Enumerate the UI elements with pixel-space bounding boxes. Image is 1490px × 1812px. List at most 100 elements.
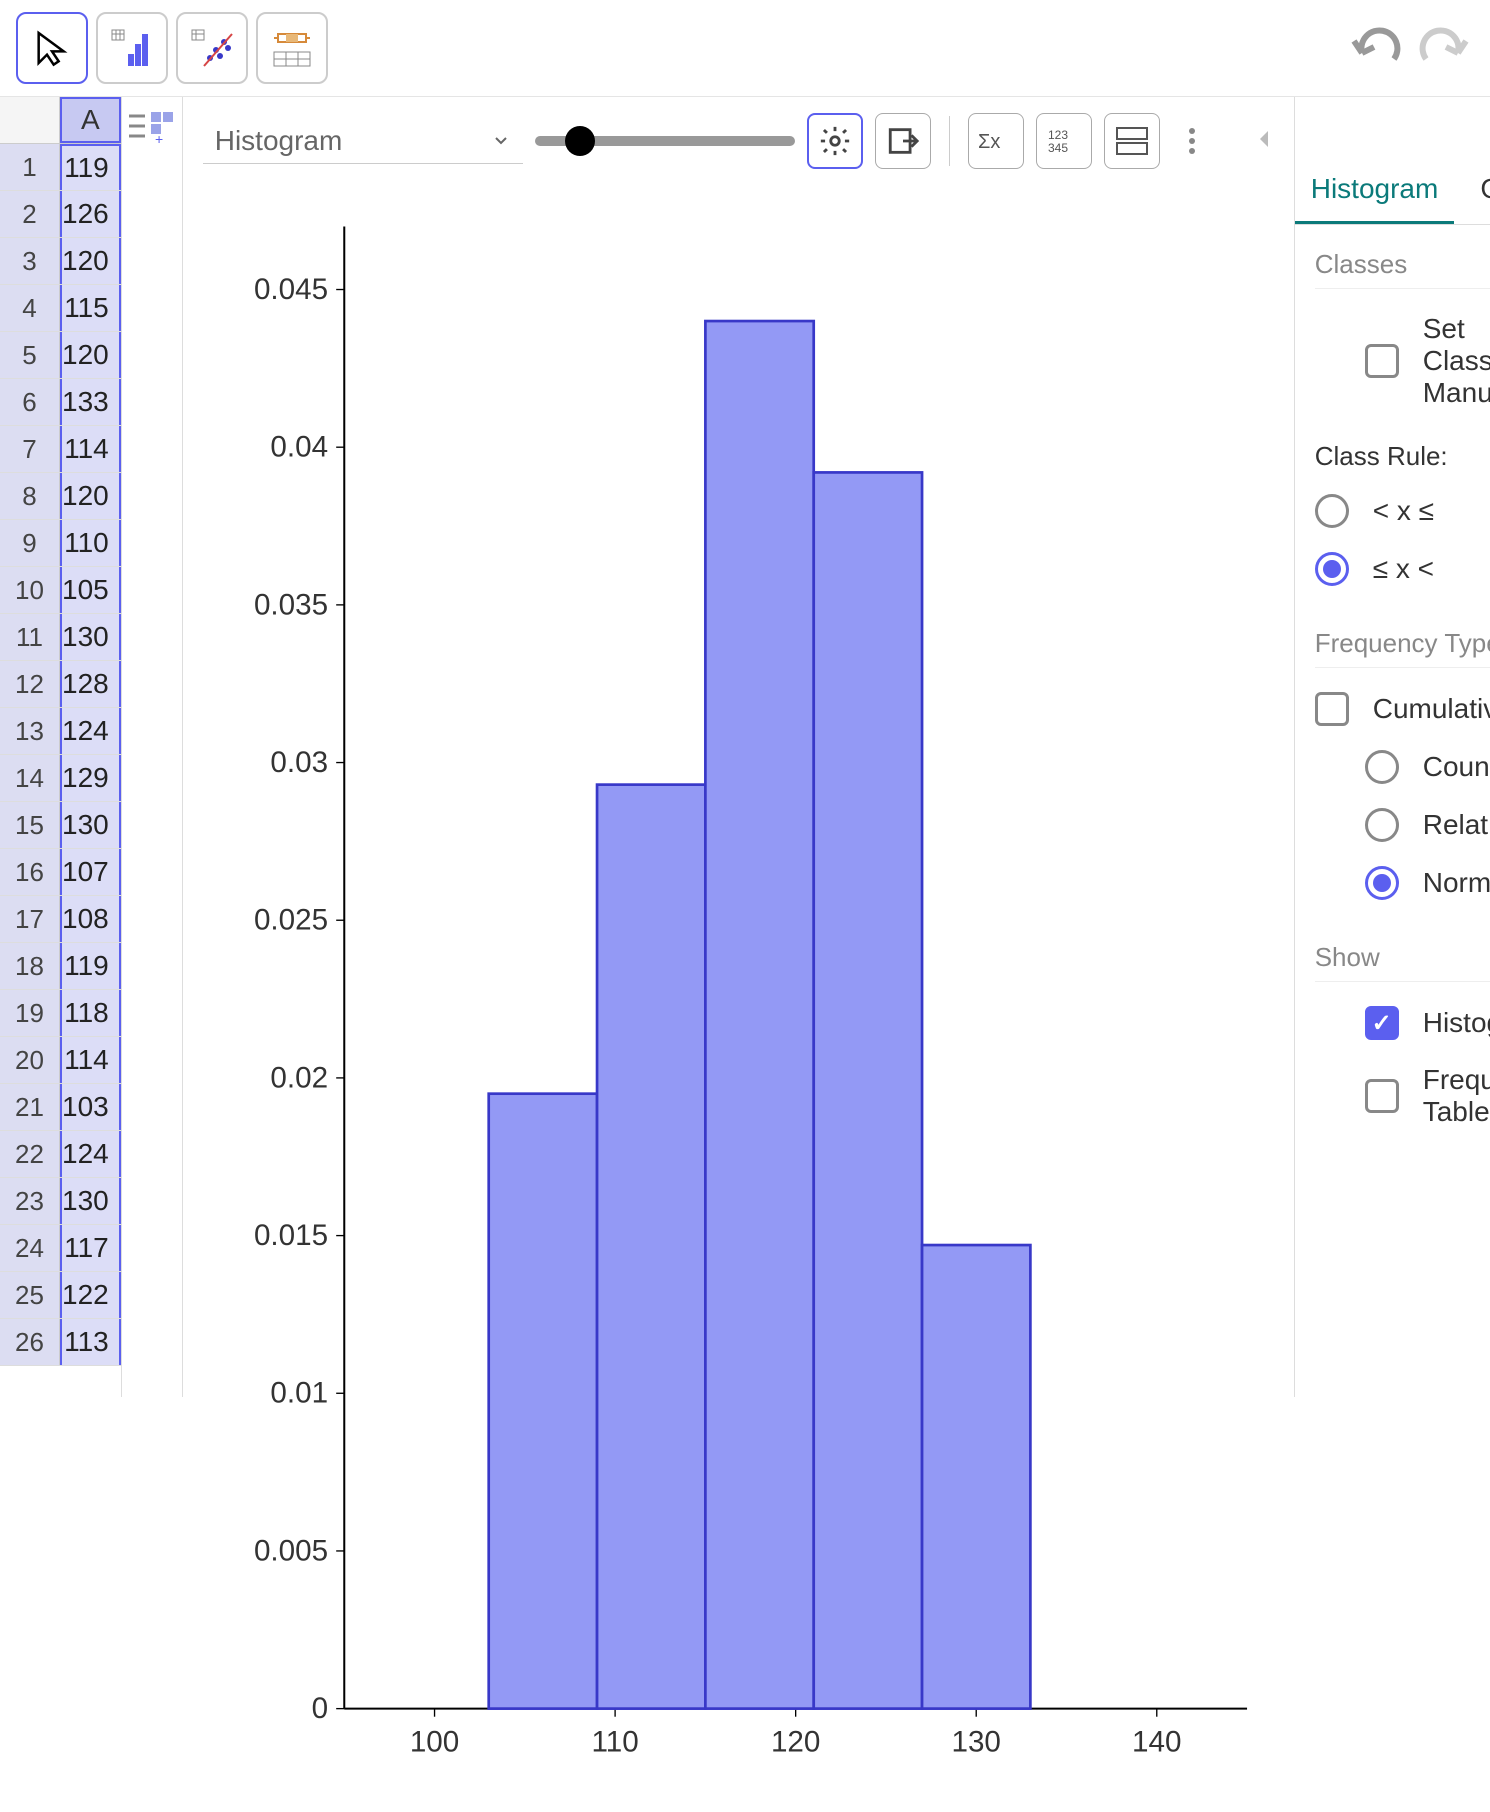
- show-data-button[interactable]: 123345: [1036, 113, 1092, 169]
- cell[interactable]: 122: [60, 1272, 121, 1318]
- table-row[interactable]: 12128: [0, 661, 121, 708]
- show-freq-table-checkbox[interactable]: [1365, 1079, 1399, 1113]
- table-row[interactable]: 15130: [0, 802, 121, 849]
- cell[interactable]: 115: [60, 285, 121, 331]
- row-header[interactable]: 19: [0, 990, 60, 1036]
- cell[interactable]: 129: [60, 755, 121, 801]
- row-header[interactable]: 21: [0, 1084, 60, 1130]
- cell[interactable]: 130: [60, 802, 121, 848]
- row-header[interactable]: 22: [0, 1131, 60, 1177]
- undo-button[interactable]: [1346, 21, 1406, 76]
- table-row[interactable]: 2126: [0, 191, 121, 238]
- cell[interactable]: 120: [60, 238, 121, 284]
- row-header[interactable]: 11: [0, 614, 60, 660]
- row-header[interactable]: 7: [0, 426, 60, 472]
- cell[interactable]: 117: [60, 1225, 121, 1271]
- table-row[interactable]: 1119: [0, 144, 121, 191]
- row-header[interactable]: 25: [0, 1272, 60, 1318]
- cell[interactable]: 114: [60, 1037, 121, 1083]
- row-header[interactable]: 20: [0, 1037, 60, 1083]
- table-row[interactable]: 10105: [0, 567, 121, 614]
- export-button[interactable]: [875, 113, 931, 169]
- table-row[interactable]: 26113: [0, 1319, 121, 1366]
- cell[interactable]: 126: [60, 191, 121, 237]
- show-histogram-checkbox[interactable]: [1365, 1006, 1399, 1040]
- cell[interactable]: 124: [60, 1131, 121, 1177]
- row-header[interactable]: 2: [0, 191, 60, 237]
- cumulative-checkbox[interactable]: [1315, 692, 1349, 726]
- more-menu[interactable]: [1172, 128, 1212, 154]
- row-header[interactable]: 24: [0, 1225, 60, 1271]
- tab-graph[interactable]: Graph: [1454, 157, 1490, 224]
- row-header[interactable]: 13: [0, 708, 60, 754]
- cell[interactable]: 133: [60, 379, 121, 425]
- table-row[interactable]: 13124: [0, 708, 121, 755]
- row-header[interactable]: 26: [0, 1319, 60, 1365]
- table-row[interactable]: 19118: [0, 990, 121, 1037]
- sheet-corner[interactable]: [0, 97, 60, 143]
- table-row[interactable]: 8120: [0, 473, 121, 520]
- show-statistics-button[interactable]: Σx: [968, 113, 1024, 169]
- table-row[interactable]: 25122: [0, 1272, 121, 1319]
- cell[interactable]: 119: [60, 144, 121, 190]
- row-header[interactable]: 23: [0, 1178, 60, 1224]
- cell[interactable]: 128: [60, 661, 121, 707]
- row-header[interactable]: 10: [0, 567, 60, 613]
- row-header[interactable]: 9: [0, 520, 60, 566]
- table-row[interactable]: 16107: [0, 849, 121, 896]
- cell[interactable]: 118: [60, 990, 121, 1036]
- table-row[interactable]: 7114: [0, 426, 121, 473]
- cell[interactable]: 107: [60, 849, 121, 895]
- normalized-radio[interactable]: [1365, 866, 1399, 900]
- row-header[interactable]: 1: [0, 144, 60, 190]
- cell[interactable]: 105: [60, 567, 121, 613]
- relative-radio[interactable]: [1365, 808, 1399, 842]
- row-header[interactable]: 6: [0, 379, 60, 425]
- table-row[interactable]: 5120: [0, 332, 121, 379]
- column-header-a[interactable]: A: [60, 97, 121, 143]
- cell[interactable]: 113: [60, 1319, 121, 1365]
- two-variable-analysis-tool[interactable]: [176, 12, 248, 84]
- cell[interactable]: 110: [60, 520, 121, 566]
- table-row[interactable]: 21103: [0, 1084, 121, 1131]
- cell[interactable]: 103: [60, 1084, 121, 1130]
- row-header[interactable]: 3: [0, 238, 60, 284]
- table-row[interactable]: 4115: [0, 285, 121, 332]
- row-header[interactable]: 16: [0, 849, 60, 895]
- cell[interactable]: 114: [60, 426, 121, 472]
- chart-type-dropdown[interactable]: Histogram: [203, 119, 523, 164]
- move-tool[interactable]: [16, 12, 88, 84]
- row-header[interactable]: 17: [0, 896, 60, 942]
- table-row[interactable]: 18119: [0, 943, 121, 990]
- count-radio[interactable]: [1365, 750, 1399, 784]
- table-row[interactable]: 9110: [0, 520, 121, 567]
- tab-histogram[interactable]: Histogram: [1295, 157, 1455, 224]
- class-width-slider[interactable]: [535, 121, 795, 161]
- options-button[interactable]: [807, 113, 863, 169]
- row-header[interactable]: 15: [0, 802, 60, 848]
- class-rule-2-radio[interactable]: [1315, 552, 1349, 586]
- table-row[interactable]: 6133: [0, 379, 121, 426]
- row-header[interactable]: 18: [0, 943, 60, 989]
- cell[interactable]: 130: [60, 614, 121, 660]
- show-second-plot-button[interactable]: [1104, 113, 1160, 169]
- table-row[interactable]: 3120: [0, 238, 121, 285]
- cell[interactable]: 130: [60, 1178, 121, 1224]
- class-rule-1-radio[interactable]: [1315, 494, 1349, 528]
- row-header[interactable]: 8: [0, 473, 60, 519]
- cell[interactable]: 124: [60, 708, 121, 754]
- table-row[interactable]: 23130: [0, 1178, 121, 1225]
- row-header[interactable]: 12: [0, 661, 60, 707]
- cell[interactable]: 120: [60, 332, 121, 378]
- analyze-data-icon[interactable]: +: [122, 105, 182, 155]
- cell[interactable]: 108: [60, 896, 121, 942]
- collapse-panel-icon[interactable]: [1254, 127, 1274, 156]
- table-row[interactable]: 17108: [0, 896, 121, 943]
- cell[interactable]: 119: [60, 943, 121, 989]
- cell[interactable]: 120: [60, 473, 121, 519]
- table-row[interactable]: 11130: [0, 614, 121, 661]
- multi-variable-analysis-tool[interactable]: [256, 12, 328, 84]
- table-row[interactable]: 22124: [0, 1131, 121, 1178]
- set-classes-manually-checkbox[interactable]: [1365, 344, 1399, 378]
- row-header[interactable]: 14: [0, 755, 60, 801]
